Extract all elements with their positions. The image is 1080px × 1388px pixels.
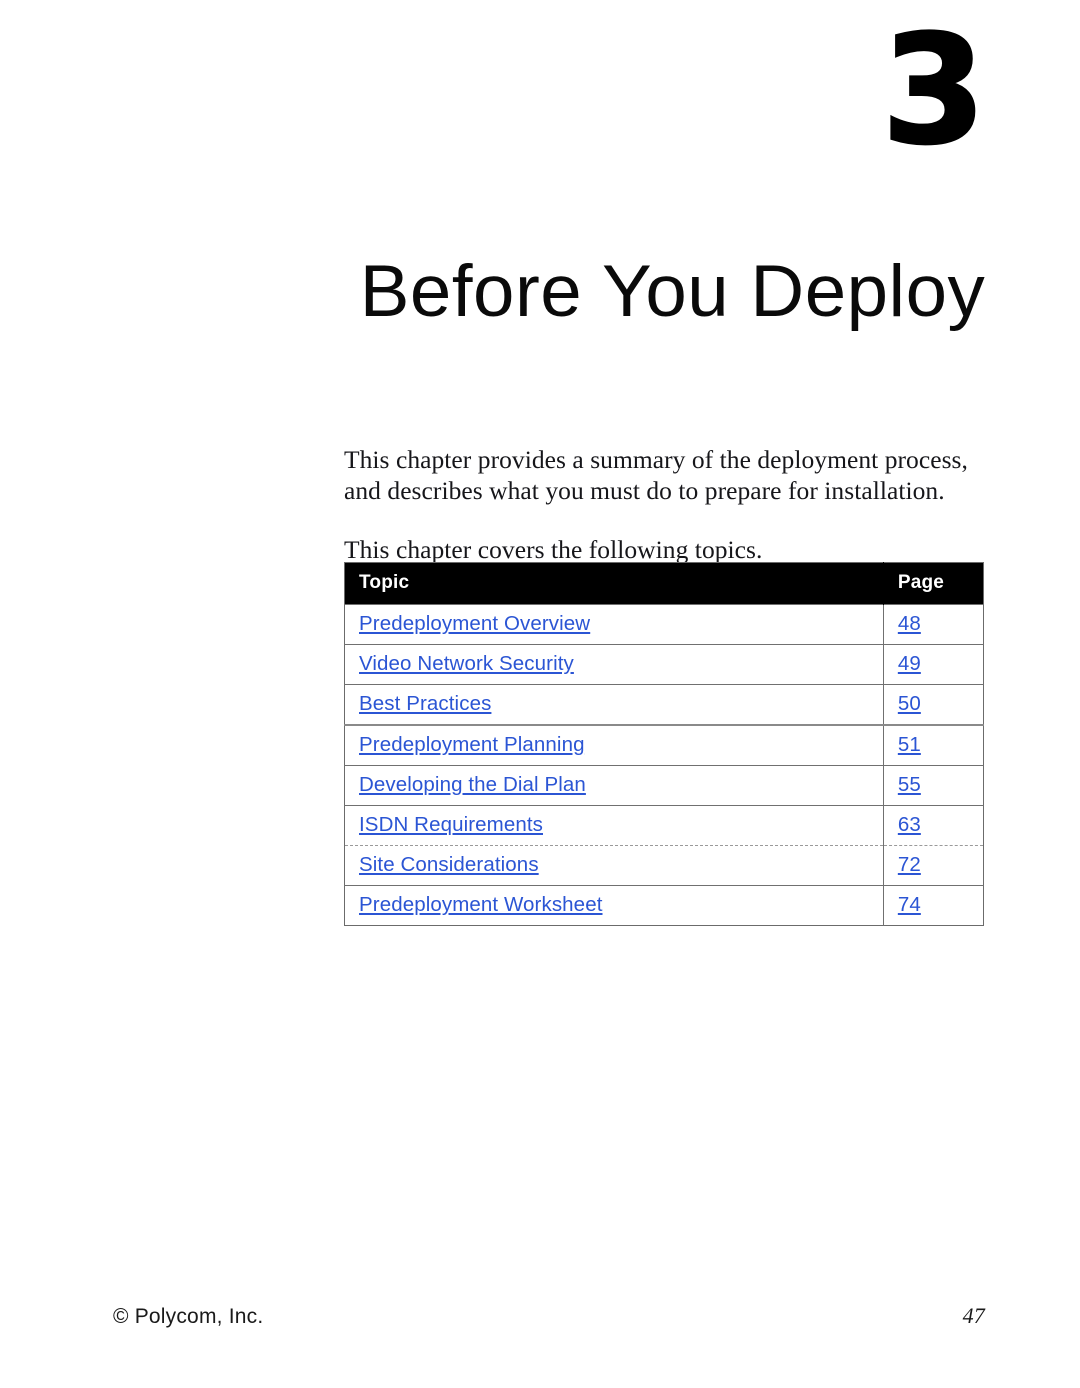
table-row: Best Practices 50 [344,684,984,725]
table-row: Predeployment Worksheet 74 [344,885,984,926]
page-cell: 55 [882,765,984,806]
document-page: 3 Before You Deploy This chapter provide… [0,0,1080,1388]
table-row: Predeployment Planning 51 [344,724,984,766]
topics-table-body: Predeployment Overview 48 Video Network … [344,604,984,926]
topics-table-container: Topic Page Predeployment Overview 48 Vid… [344,562,984,926]
intro-paragraph-2: This chapter covers the following topics… [344,535,763,564]
column-header-page: Page [882,562,984,605]
topic-cell: Video Network Security [344,644,884,685]
intro-paragraph-1: This chapter provides a summary of the d… [344,445,968,505]
page-link-site-considerations[interactable]: 72 [898,853,921,877]
column-header-topic: Topic [344,562,884,605]
table-row: ISDN Requirements 63 [344,805,984,846]
topic-link-video-network-security[interactable]: Video Network Security [359,652,574,676]
topics-table: Topic Page Predeployment Overview 48 Vid… [344,562,984,926]
page-cell: 50 [882,684,984,725]
topic-link-isdn-requirements[interactable]: ISDN Requirements [359,813,543,837]
table-row: Site Considerations 72 [344,845,984,886]
page-link-video-network-security[interactable]: 49 [898,652,921,676]
page-link-best-practices[interactable]: 50 [898,692,921,716]
topic-link-predeployment-planning[interactable]: Predeployment Planning [359,733,585,757]
topic-link-best-practices[interactable]: Best Practices [359,692,491,716]
table-row: Video Network Security 49 [344,644,984,685]
topic-link-predeployment-overview[interactable]: Predeployment Overview [359,612,590,636]
topic-link-developing-the-dial-plan[interactable]: Developing the Dial Plan [359,773,586,797]
page-link-predeployment-planning[interactable]: 51 [898,733,921,757]
topic-cell: Predeployment Planning [344,724,884,766]
page-link-developing-the-dial-plan[interactable]: 55 [898,773,921,797]
page-footer: © Polycom, Inc. 47 [113,1303,985,1329]
page-link-isdn-requirements[interactable]: 63 [898,813,921,837]
page-cell: 72 [882,845,984,886]
table-row: Developing the Dial Plan 55 [344,765,984,806]
footer-page-number: 47 [962,1303,985,1328]
topic-cell: Predeployment Overview [344,604,884,645]
page-cell: 48 [882,604,984,645]
page-cell: 51 [882,724,984,766]
page-cell: 49 [882,644,984,685]
copyright-notice: © Polycom, Inc. [113,1305,264,1328]
topic-cell: ISDN Requirements [344,805,884,846]
topic-cell: Developing the Dial Plan [344,765,884,806]
page-title: Before You Deploy [359,250,985,332]
table-header-row: Topic Page [344,562,984,605]
topic-link-site-considerations[interactable]: Site Considerations [359,853,539,877]
page-cell: 74 [882,885,984,926]
topic-cell: Predeployment Worksheet [344,885,884,926]
table-row: Predeployment Overview 48 [344,604,984,645]
topic-cell: Best Practices [344,684,884,725]
topic-link-predeployment-worksheet[interactable]: Predeployment Worksheet [359,893,603,917]
topic-cell: Site Considerations [344,845,884,886]
intro-section: This chapter provides a summary of the d… [344,444,992,565]
page-link-predeployment-overview[interactable]: 48 [898,612,921,636]
page-link-predeployment-worksheet[interactable]: 74 [898,893,921,917]
chapter-number: 3 [880,4,987,178]
page-cell: 63 [882,805,984,846]
